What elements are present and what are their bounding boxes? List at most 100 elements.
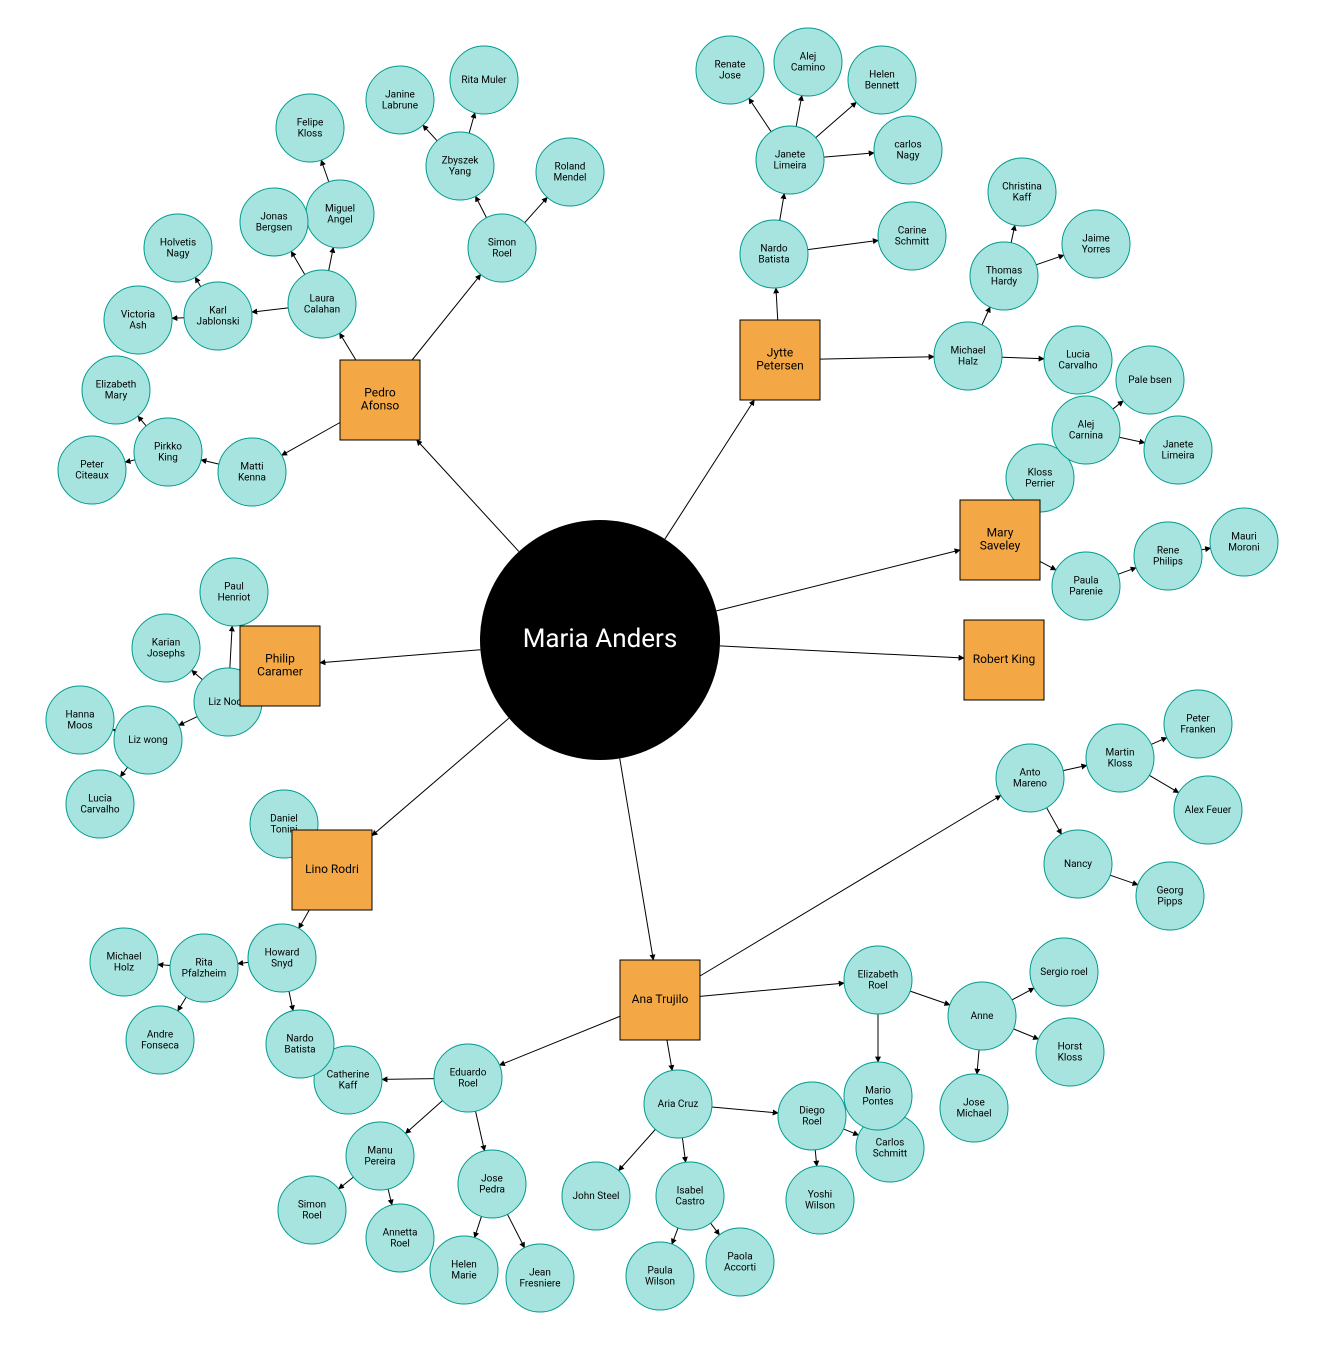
edge (1011, 225, 1015, 243)
edge (120, 767, 127, 777)
edge (476, 1111, 485, 1151)
edge (808, 240, 879, 249)
person-label-nancy: Nancy (1064, 859, 1092, 870)
edge (179, 717, 198, 726)
edge (1047, 808, 1062, 835)
person-label-georg: GeorgPipps (1157, 885, 1184, 907)
edge (620, 758, 654, 960)
edge (1119, 437, 1145, 443)
edge (291, 251, 305, 274)
edge (1012, 988, 1034, 1000)
person-label-aria: Aria Cruz (658, 1099, 699, 1110)
edge (405, 1101, 442, 1134)
person-label-karianj: KarianJosephs (147, 637, 185, 659)
edge (711, 1223, 720, 1235)
edge (1002, 357, 1044, 359)
edge (388, 1189, 392, 1205)
person-label-nardo1: NardoBatista (758, 243, 789, 265)
edge (700, 983, 844, 996)
edge (192, 670, 203, 679)
person-label-klossp: KlossPerrier (1025, 467, 1055, 489)
edge (712, 1107, 778, 1113)
person-label-mauri: MauriMoroni (1228, 531, 1259, 553)
manager-label-pedro: PedroAfonso (361, 386, 400, 413)
edge (230, 626, 232, 668)
edge (178, 997, 187, 1011)
edge (1151, 738, 1167, 745)
edge (824, 153, 874, 157)
edge (423, 125, 437, 141)
person-label-janete2: JaneteLimeira (1162, 439, 1195, 461)
edge (382, 1079, 434, 1080)
edge (469, 113, 475, 134)
person-label-rita: Rita Muler (461, 75, 507, 86)
person-label-anne: Anne (971, 1011, 994, 1022)
edge (299, 910, 309, 928)
person-label-matti: MattiKenna (238, 461, 266, 483)
edge (125, 460, 135, 462)
person-label-alexf: Alex Feuer (1185, 805, 1232, 816)
edge (412, 275, 481, 360)
person-label-johns: John Steel (573, 1191, 620, 1202)
person-label-helenb: HelenBennett (865, 69, 899, 91)
person-label-diego: DiegoRoel (799, 1105, 825, 1127)
person-label-josep: JosePedra (479, 1173, 505, 1195)
edge (672, 1228, 678, 1244)
edge (252, 308, 288, 312)
person-label-yoshi: YoshiWilson (805, 1189, 835, 1211)
person-label-isabel: IsabelCastro (675, 1185, 705, 1207)
edge (475, 1216, 482, 1237)
person-label-janine: JanineLabrune (382, 89, 418, 111)
edge (843, 1129, 858, 1135)
edge (982, 307, 990, 325)
edge (201, 460, 219, 464)
edge (507, 1214, 524, 1247)
edge (977, 1050, 979, 1074)
edge (372, 718, 509, 836)
edge (1110, 875, 1138, 885)
edge (1118, 568, 1136, 575)
manager-label-lino: Lino Rodri (305, 862, 359, 876)
edge (1201, 548, 1210, 550)
edge (1149, 775, 1178, 792)
edge (1113, 401, 1123, 409)
person-label-roland: RolandMendel (554, 161, 587, 183)
person-label-paola: PaolaAccorti (724, 1251, 756, 1273)
person-label-felipe: FelipeKloss (297, 117, 324, 139)
edge (195, 277, 201, 286)
edge (282, 423, 340, 456)
edge (910, 991, 950, 1005)
person-label-horst: HorstKloss (1058, 1041, 1083, 1063)
edge (796, 95, 802, 126)
edge (329, 247, 334, 270)
person-label-hanna: HannaMoos (65, 709, 94, 731)
edge (525, 197, 548, 222)
person-label-helenm: HelenMarie (451, 1259, 477, 1281)
person-label-paulap: PaulaParenie (1069, 575, 1103, 597)
person-label-manu: ManuPereira (364, 1145, 395, 1167)
network-diagram: LauraCalahanMattiKennaSimonRoelRolandMen… (0, 0, 1332, 1359)
edge (321, 160, 329, 182)
person-label-jonas: JonasBergsen (256, 211, 292, 233)
edge (667, 1040, 672, 1070)
root-label: Maria Anders (523, 624, 678, 654)
person-label-renep: RenePhilips (1153, 545, 1183, 567)
person-label-jaime: JaimeYorres (1082, 233, 1111, 255)
edge (499, 1016, 620, 1065)
person-label-peterc: PeterCiteaux (75, 459, 108, 481)
manager-label-robert: Robert King (973, 652, 1035, 666)
edge (749, 98, 771, 131)
edge (138, 416, 146, 426)
person-label-mario: MarioPontes (862, 1085, 893, 1107)
edge (776, 288, 778, 320)
edge (820, 357, 934, 359)
edge (238, 962, 249, 963)
edge (716, 550, 960, 611)
person-label-carlosn: carlosNagy (894, 139, 921, 161)
edge (289, 991, 293, 1010)
person-label-lizwong: Liz wong (128, 735, 168, 746)
edge (665, 400, 754, 539)
edge (340, 333, 356, 360)
edge (816, 102, 857, 137)
edge (700, 795, 1001, 976)
